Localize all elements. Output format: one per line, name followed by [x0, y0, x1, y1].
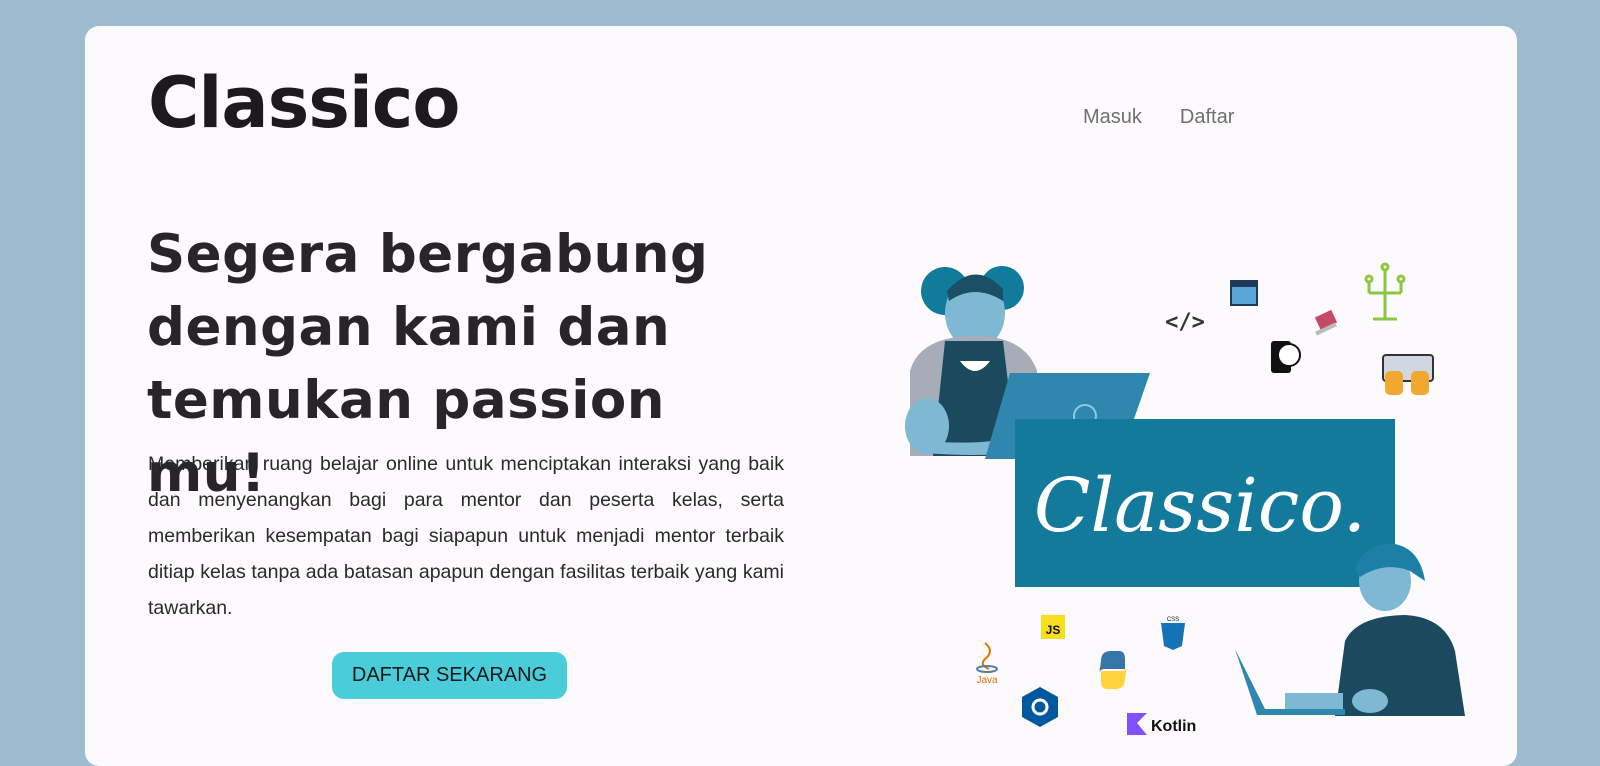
main-card: Classico Masuk Daftar Segera bergabung d…	[85, 26, 1517, 766]
top-nav: Masuk Daftar	[1083, 106, 1234, 129]
laptop-small-icon	[1314, 309, 1338, 336]
headline-line: Segera bergabung	[147, 224, 709, 285]
register-now-button[interactable]: DAFTAR SEKARANG	[332, 652, 567, 699]
css3-logo-icon: CSS	[1161, 617, 1185, 650]
cpp-logo-icon	[1022, 687, 1058, 727]
js-logo-icon: JS	[1041, 615, 1065, 639]
nav-login-link[interactable]: Masuk	[1083, 106, 1142, 129]
mobile-code-icon	[1271, 341, 1301, 373]
browser-window-icon	[1230, 280, 1258, 306]
svg-text:Java: Java	[976, 675, 998, 686]
svg-text:CSS: CSS	[1167, 617, 1179, 623]
nav-register-link[interactable]: Daftar	[1180, 106, 1234, 129]
svg-text:</>: </>	[1165, 310, 1205, 335]
hero-illustration: Classico. </> JS CSS Java Kotlin	[905, 262, 1465, 735]
circuit-tree-icon	[1364, 262, 1406, 321]
code-tag-icon: </>	[1165, 310, 1205, 335]
python-logo-icon	[1099, 651, 1127, 689]
keyboard-hands-icon	[1382, 354, 1434, 395]
svg-text:JS: JS	[1046, 623, 1061, 637]
banner-text: Classico.	[1034, 463, 1366, 549]
kotlin-logo-icon: Kotlin	[1127, 713, 1196, 735]
headline-line: dengan kami dan	[147, 297, 671, 358]
java-logo-icon: Java	[976, 642, 998, 686]
hero-description: Memberikan ruang belajar online untuk me…	[148, 453, 784, 619]
laptop-bottom	[1235, 649, 1345, 715]
brand-logo[interactable]: Classico	[148, 68, 461, 138]
svg-text:Kotlin: Kotlin	[1151, 718, 1196, 735]
